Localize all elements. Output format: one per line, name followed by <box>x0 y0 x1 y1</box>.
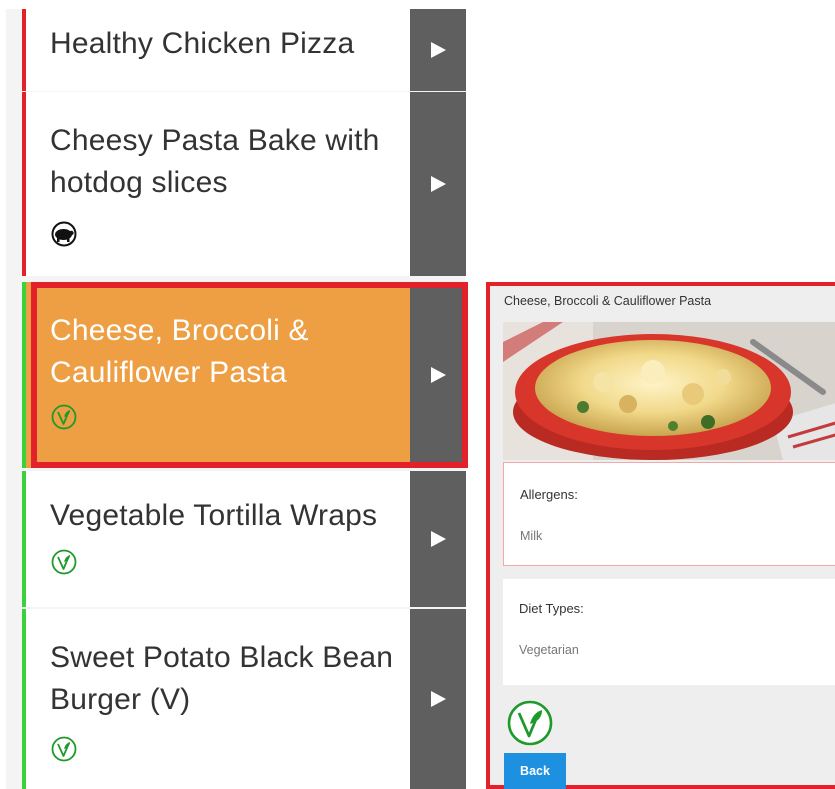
vegetarian-icon <box>51 549 77 575</box>
diet-types-label: Diet Types: <box>519 601 584 616</box>
menu-item-selected[interactable]: Cheese, Broccoli & Cauliflower Pasta <box>22 282 466 468</box>
allergens-card: Allergens: Milk <box>503 462 835 566</box>
pig-icon <box>51 221 77 247</box>
status-stripe <box>22 9 26 91</box>
open-item-button[interactable] <box>410 92 466 276</box>
open-item-button[interactable] <box>410 471 466 607</box>
back-button[interactable]: Back <box>504 753 566 789</box>
status-stripe <box>22 92 26 276</box>
menu-item[interactable]: Healthy Chicken Pizza <box>22 9 466 91</box>
open-item-button[interactable] <box>410 9 466 91</box>
detail-title: Cheese, Broccoli & Cauliflower Pasta <box>504 294 712 308</box>
dish-photo <box>503 322 835 460</box>
menu-item[interactable]: Cheesy Pasta Bake with hotdog slices <box>22 92 466 276</box>
diet-types-value: Vegetarian <box>519 643 579 657</box>
menu-item-title: Cheese, Broccoli & Cauliflower Pasta <box>50 314 309 389</box>
play-arrow-icon <box>431 367 446 383</box>
diet-types-card: Diet Types: Vegetarian <box>503 579 835 685</box>
menu-item-title: Healthy Chicken Pizza <box>50 27 355 60</box>
allergens-value: Milk <box>520 529 543 543</box>
menu-item-title: Cheesy Pasta Bake with hotdog slices <box>50 124 380 199</box>
menu-item-title: Vegetable Tortilla Wraps <box>50 499 378 532</box>
vegetarian-icon <box>51 404 77 430</box>
detail-panel: Cheese, Broccoli & Cauliflower Pasta All… <box>486 282 835 789</box>
status-stripe <box>22 471 26 607</box>
vegetarian-icon <box>51 736 77 762</box>
vegetarian-icon <box>507 700 553 746</box>
open-item-button[interactable] <box>410 282 466 468</box>
open-item-button[interactable] <box>410 609 466 789</box>
menu-item[interactable]: Sweet Potato Black Bean Burger (V) <box>22 609 466 789</box>
play-arrow-icon <box>431 691 446 707</box>
play-arrow-icon <box>431 531 446 547</box>
play-arrow-icon <box>431 42 446 58</box>
status-stripe <box>22 609 26 789</box>
status-stripe <box>22 282 26 468</box>
allergens-label: Allergens: <box>520 487 578 502</box>
menu-item[interactable]: Vegetable Tortilla Wraps <box>22 471 466 607</box>
menu-item-title: Sweet Potato Black Bean Burger (V) <box>50 641 394 716</box>
play-arrow-icon <box>431 176 446 192</box>
